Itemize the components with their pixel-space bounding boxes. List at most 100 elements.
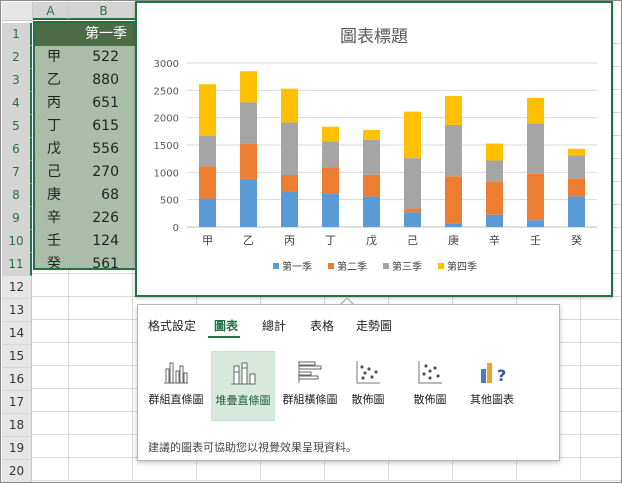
bar-segment[interactable]: [404, 208, 421, 213]
bar-segment[interactable]: [445, 95, 462, 125]
tab-sparklines[interactable]: 走勢圖: [356, 317, 392, 334]
spreadsheet-window: A B 1 2 3 4 5 6 7 8 9 10 11 12 13 14 15 16 17 18 19 20 第一季 …: [0, 0, 622, 483]
bar-segment[interactable]: [322, 126, 339, 142]
more-charts-icon: ?: [481, 363, 506, 385]
row-header-3[interactable]: 3: [2, 69, 32, 92]
chart-title[interactable]: 圖表標題: [340, 27, 408, 47]
bar-segment[interactable]: [404, 158, 421, 209]
bar-segment[interactable]: [486, 143, 503, 161]
quick-analysis-panel: 格式設定 圖表 總計 表格 走勢圖 群組直條圖 堆疊直條圖 群組橫條圖 散佈圖 …: [137, 304, 560, 461]
bar-segment[interactable]: [240, 143, 257, 179]
quick-analysis-hint: 建議的圖表可協助您以視覺效果呈現資料。: [148, 441, 357, 454]
bar-segment[interactable]: [363, 129, 380, 140]
tab-formatting[interactable]: 格式設定: [148, 317, 196, 334]
legend-label[interactable]: 第一季: [282, 260, 312, 273]
bar-segment[interactable]: [404, 111, 421, 159]
select-all-corner[interactable]: [2, 2, 33, 21]
y-tick-label: 500: [160, 196, 179, 207]
bar-segment[interactable]: [445, 176, 462, 224]
row-header-1[interactable]: 1: [2, 23, 32, 46]
bar-segment[interactable]: [240, 102, 257, 144]
row-header-8[interactable]: 8: [2, 184, 32, 207]
bar-segment[interactable]: [363, 196, 380, 227]
bar-segment[interactable]: [281, 175, 298, 192]
row-header-7[interactable]: 7: [2, 161, 32, 184]
bar-segment[interactable]: [486, 214, 503, 227]
bar-segment[interactable]: [527, 123, 544, 174]
bar-segment[interactable]: [445, 124, 462, 177]
bar-segment[interactable]: [404, 212, 421, 227]
x-tick-label: 丙: [284, 234, 295, 247]
x-tick-label: 戊: [366, 234, 377, 247]
bar-segment[interactable]: [445, 223, 462, 227]
row-header-5[interactable]: 5: [2, 115, 32, 138]
legend-swatch: [328, 263, 334, 269]
bar-segment[interactable]: [527, 220, 544, 227]
row-header-15[interactable]: 15: [2, 345, 32, 368]
bar-segment[interactable]: [486, 160, 503, 182]
bar-segment[interactable]: [199, 166, 216, 199]
legend-label[interactable]: 第二季: [337, 260, 367, 273]
bar-segment[interactable]: [527, 97, 544, 124]
bar-segment[interactable]: [363, 174, 380, 197]
x-tick-label: 癸: [571, 233, 582, 247]
bar-segment[interactable]: [281, 191, 298, 227]
bar-segment[interactable]: [199, 198, 216, 227]
row-header-12[interactable]: 12: [2, 276, 32, 299]
bar-segment[interactable]: [281, 122, 298, 176]
column-header-a[interactable]: A: [33, 2, 69, 20]
row-header-17[interactable]: 17: [2, 391, 32, 414]
x-tick-label: 壬: [530, 234, 541, 247]
row-header-9[interactable]: 9: [2, 207, 32, 230]
row-header-2[interactable]: 2: [2, 46, 32, 69]
bar-segment[interactable]: [568, 178, 585, 197]
bar-segment[interactable]: [322, 193, 339, 227]
clustered-column-label: 群組直條圖: [148, 393, 204, 406]
bar-segment[interactable]: [568, 155, 585, 179]
column-header-b[interactable]: B: [69, 2, 139, 20]
clustered-bar-button[interactable]: 群組橫條圖: [278, 351, 342, 421]
clustered-bar-icon: [298, 361, 322, 383]
bar-segment[interactable]: [322, 167, 339, 194]
scatter-button[interactable]: 散佈圖: [336, 351, 400, 421]
stacked-column-button[interactable]: 堆疊直條圖: [211, 351, 275, 421]
scatter-label-2: 散佈圖: [413, 393, 447, 406]
row-header-11[interactable]: 11: [2, 253, 32, 276]
row-header-18[interactable]: 18: [2, 414, 32, 437]
legend-swatch: [383, 263, 389, 269]
bar-segment[interactable]: [527, 173, 544, 221]
selection-border: [33, 21, 140, 270]
bar-segment[interactable]: [281, 88, 298, 123]
bar-segment[interactable]: [199, 84, 216, 136]
tab-totals[interactable]: 總計: [262, 317, 286, 334]
bar-segment[interactable]: [322, 141, 339, 168]
row-header-10[interactable]: 10: [2, 230, 32, 253]
bar-segment[interactable]: [240, 71, 257, 103]
bar-segment[interactable]: [240, 178, 257, 227]
bar-segment[interactable]: [199, 135, 216, 167]
scatter-button-2[interactable]: 散佈圖: [398, 351, 462, 421]
tab-charts[interactable]: 圖表: [214, 317, 238, 334]
tab-tables[interactable]: 表格: [310, 317, 334, 334]
more-charts-label: 其他圖表: [470, 393, 514, 406]
svg-text:?: ?: [497, 366, 506, 385]
legend-label[interactable]: 第三季: [392, 260, 422, 273]
row-header-6[interactable]: 6: [2, 138, 32, 161]
clustered-column-button[interactable]: 群組直條圖: [144, 351, 208, 421]
bar-segment[interactable]: [568, 148, 585, 156]
chart-object[interactable]: 圖表標題 0 500 1000 1500 2000 2500 3000 甲 乙 丙 丁 戊 己 庚 辛 壬 癸…: [135, 1, 613, 297]
row-header-13[interactable]: 13: [2, 299, 32, 322]
row-header-20[interactable]: 20: [2, 460, 32, 482]
row-header-19[interactable]: 19: [2, 437, 32, 460]
x-tick-label: 辛: [489, 233, 500, 247]
more-charts-button[interactable]: ? 其他圖表: [460, 351, 524, 421]
bar-segment[interactable]: [568, 196, 585, 227]
x-tick-label: 己: [407, 234, 418, 247]
x-tick-label: 庚: [448, 233, 459, 247]
row-header-14[interactable]: 14: [2, 322, 32, 345]
bar-segment[interactable]: [486, 181, 503, 215]
legend-label[interactable]: 第四季: [447, 260, 477, 273]
row-header-16[interactable]: 16: [2, 368, 32, 391]
row-header-4[interactable]: 4: [2, 92, 32, 115]
bar-segment[interactable]: [363, 139, 380, 175]
